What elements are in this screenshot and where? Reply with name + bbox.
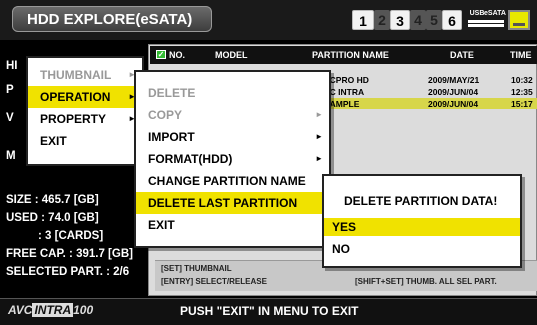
logo-left: AVC [8, 303, 33, 317]
esata-label: eSATA [484, 10, 506, 17]
column-model: MODEL [215, 50, 248, 60]
row-2-date: 2009/JUN/04 [428, 87, 479, 97]
help-line-2-right: [SHIFT+SET] THUMB. ALL SEL PART. [355, 277, 497, 286]
info-hi-label: HI [6, 60, 18, 72]
column-partition-name: PARTITION NAME [312, 50, 389, 60]
logo-mid: INTRA [32, 303, 74, 317]
info-size: SIZE : 465.7 [GB] [6, 194, 99, 206]
dialog-title: DELETE PARTITION DATA! [344, 194, 498, 208]
info-p-label: P [6, 84, 14, 96]
info-m-label: M [6, 150, 16, 162]
info-cards: : 3 [CARDS] [38, 230, 104, 242]
footer-message: PUSH "EXIT" IN MENU TO EXIT [180, 304, 359, 318]
column-time: TIME [510, 50, 532, 60]
submenu-item-import-label: IMPORT [148, 130, 195, 144]
slot-4-indicator: 4 [410, 10, 426, 30]
info-v-label: V [6, 112, 14, 124]
submenu-item-exit-label: EXIT [148, 218, 175, 232]
slot-1-indicator: 1 [352, 10, 374, 30]
info-selected-partition: SELECTED PART. : 2/6 [6, 266, 130, 278]
esata-icon: eSATA [480, 9, 510, 31]
slot-5-indicator: 5 [426, 10, 442, 30]
main-menu: THUMBNAIL ► OPERATION ► PROPERTY ► EXIT [26, 56, 144, 166]
submenu-item-copy[interactable]: COPY ► [136, 104, 329, 126]
column-no: NO. [169, 50, 186, 60]
info-free-capacity: FREE CAP. : 391.7 [GB] [6, 248, 133, 260]
submenu-item-delete-last-partition[interactable]: DELETE LAST PARTITION [136, 192, 329, 214]
chevron-right-icon: ► [315, 110, 323, 119]
screen-title: HDD EXPLORE(eSATA) [12, 6, 212, 32]
row-3-date: 2009/JUN/04 [428, 99, 479, 109]
row-2-time: 12:35 [511, 87, 533, 97]
submenu-item-format-hdd[interactable]: FORMAT(HDD) ► [136, 148, 329, 170]
menu-item-thumbnail-label: THUMBNAIL [40, 68, 112, 82]
slot-6-indicator: 6 [442, 10, 462, 30]
avc-intra-logo: AVC INTRA 100 [8, 303, 94, 318]
logo-right: 100 [73, 303, 94, 317]
column-date: DATE [450, 50, 474, 60]
info-used: USED : 74.0 [GB] [6, 212, 99, 224]
dialog-yes-label: YES [332, 220, 357, 234]
row-1-time: 10:32 [511, 75, 533, 85]
chevron-right-icon: ► [315, 154, 323, 163]
submenu-item-exit[interactable]: EXIT [136, 214, 329, 236]
help-line-1: [SET] THUMBNAIL [161, 264, 232, 273]
menu-item-operation-label: OPERATION [40, 90, 111, 104]
menu-item-exit[interactable]: EXIT [28, 130, 142, 152]
operation-submenu: DELETE COPY ► IMPORT ► FORMAT(HDD) ► CHANGE… [134, 70, 331, 248]
submenu-item-format-hdd-label: FORMAT(HDD) [148, 152, 233, 166]
select-all-checkbox-icon[interactable]: ✓ [156, 50, 166, 59]
dialog-yes-option[interactable]: YES [324, 218, 520, 236]
card-icon [508, 10, 530, 30]
menu-item-operation[interactable]: OPERATION ► [28, 86, 142, 108]
chevron-right-icon: ► [315, 132, 323, 141]
row-1-date: 2009/MAY/21 [428, 75, 480, 85]
delete-confirm-dialog: DELETE PARTITION DATA! YES NO [322, 174, 522, 268]
submenu-item-copy-label: COPY [148, 108, 183, 122]
submenu-item-delete[interactable]: DELETE [136, 82, 329, 104]
menu-item-property-label: PROPERTY [40, 112, 107, 126]
menu-item-exit-label: EXIT [40, 134, 67, 148]
submenu-item-change-partition-name[interactable]: CHANGE PARTITION NAME [136, 170, 329, 192]
menu-item-thumbnail[interactable]: THUMBNAIL ► [28, 64, 142, 86]
submenu-item-delete-last-partition-label: DELETE LAST PARTITION [148, 196, 298, 210]
slot-3-indicator: 3 [390, 10, 410, 30]
dialog-no-option[interactable]: NO [332, 242, 350, 256]
row-3-time: 15:17 [511, 99, 533, 109]
submenu-item-change-partition-name-label: CHANGE PARTITION NAME [148, 174, 306, 188]
slot-2-indicator: 2 [374, 10, 390, 30]
menu-item-property[interactable]: PROPERTY ► [28, 108, 142, 130]
submenu-item-delete-label: DELETE [148, 86, 196, 100]
submenu-item-import[interactable]: IMPORT ► [136, 126, 329, 148]
help-line-2-left: [ENTRY] SELECT/RELEASE [161, 277, 267, 286]
